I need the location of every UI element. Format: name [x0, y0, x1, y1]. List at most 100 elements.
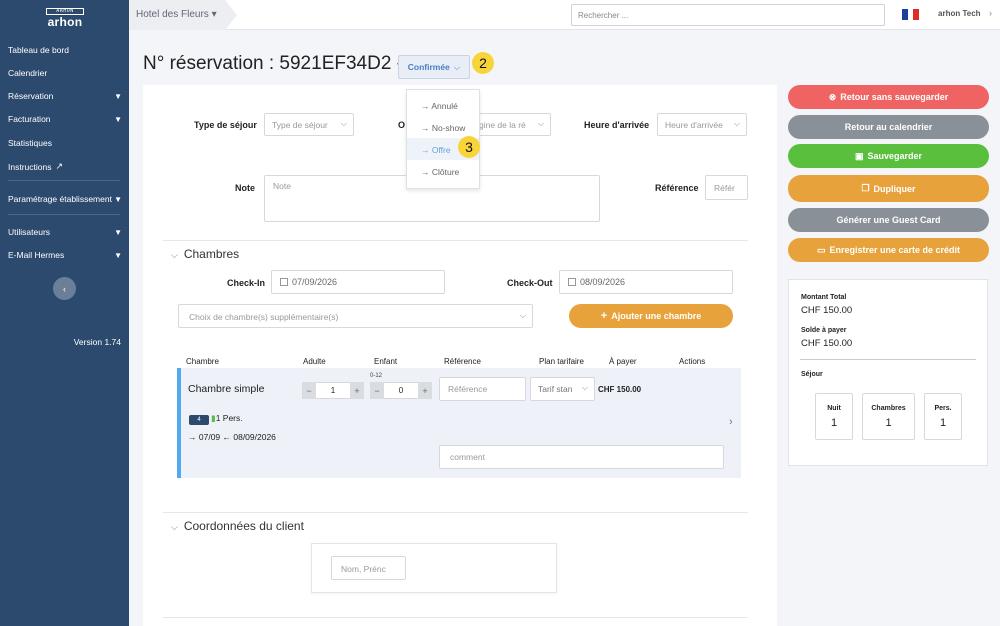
stay-dates: → 07/09 ← 08/09/2026 — [188, 432, 276, 442]
sidebar: ARHON arhon Tableau de bord Calendrier R… — [0, 0, 129, 626]
guest-card-label: Générer une Guest Card — [836, 215, 941, 225]
sidebar-item-instructions[interactable]: Instructions ↗ — [8, 161, 122, 172]
sidebar-divider — [8, 180, 120, 181]
calendar-icon — [280, 278, 288, 286]
tarif-select[interactable]: Tarif stan ⌵ — [530, 377, 595, 401]
topbar: Hotel des Fleurs ▾ arhon Tech › — [129, 0, 1000, 30]
sidebar-item-label: E-Mail Hermes — [8, 250, 65, 260]
minus-icon[interactable]: − — [370, 382, 384, 399]
room-price: CHF 150.00 — [598, 385, 642, 394]
bed-icon: 4 — [189, 415, 209, 425]
duplicate-button[interactable]: ❐ Dupliquer — [788, 175, 989, 202]
origin-label: O — [398, 120, 406, 130]
client-title: Coordonnées du client — [183, 519, 304, 533]
section-divider — [163, 240, 748, 241]
child-stepper[interactable]: −0 + — [370, 382, 432, 399]
guest-card-button[interactable]: Générer une Guest Card — [788, 208, 989, 232]
adult-stepper[interactable]: −1 + — [302, 382, 364, 399]
step-marker-2: 2 — [472, 52, 494, 74]
checkin-label: Check-In — [227, 278, 266, 288]
origin-placeholder: gine de la ré — [479, 120, 526, 130]
chevron-down-icon: ▼ — [114, 114, 122, 124]
plus-icon[interactable]: + — [350, 382, 364, 399]
chambres-title: Chambres — [183, 247, 240, 261]
total-value: CHF 150.00 — [801, 305, 853, 316]
sidebar-item-label: Réservation — [8, 91, 54, 101]
section-divider — [163, 512, 748, 513]
sidebar-item-statistics[interactable]: Statistiques — [8, 138, 122, 148]
status-option-annule[interactable]: → Annulé — [421, 101, 458, 111]
balance-label: Solde à payer — [801, 327, 847, 334]
room-reference-input[interactable]: Référence — [439, 377, 526, 401]
sidebar-item-label: Utilisateurs — [8, 227, 51, 237]
sidebar-item-calendar[interactable]: Calendrier — [8, 68, 122, 78]
close-circle-icon: ⊗ — [828, 91, 837, 102]
sidebar-item-label: Calendrier — [8, 68, 48, 78]
plus-icon[interactable]: + — [418, 382, 432, 399]
status-option-offre[interactable]: → Offre — [421, 145, 451, 155]
chambres-section-toggle[interactable]: ⌵ Chambres — [171, 247, 239, 261]
search-input[interactable] — [571, 4, 885, 26]
back-to-calendar-button[interactable]: Retour au calendrier — [788, 115, 989, 139]
save-credit-card-button[interactable]: ▭ Enregistrer une carte de crédit — [788, 238, 989, 262]
heure-arrivee-select[interactable]: Heure d'arrivée ⌵ — [657, 113, 747, 136]
add-room-button[interactable]: + Ajouter une chambre — [569, 304, 733, 328]
rooms-value: 1 — [885, 417, 892, 429]
floppy-icon: ▣ — [854, 150, 864, 161]
chevron-right-icon[interactable]: › — [729, 416, 733, 428]
heure-arrivee-placeholder: Heure d'arrivée — [665, 120, 723, 130]
sidebar-item-dashboard[interactable]: Tableau de bord — [8, 45, 122, 55]
reference-input[interactable]: Référ — [705, 175, 748, 200]
rooms-box: Chambres 1 — [862, 393, 915, 440]
minus-icon[interactable]: − — [302, 382, 316, 399]
sidebar-item-reservation[interactable]: Réservation ▼ — [8, 91, 122, 101]
type-sejour-label: Type de séjour — [194, 120, 257, 130]
chevron-down-icon: ⌵ — [340, 119, 347, 128]
chevron-right-icon[interactable]: › — [989, 8, 992, 18]
checkin-date-input[interactable]: 07/09/2026 — [271, 270, 445, 294]
collapse-sidebar-button[interactable]: ‹ — [53, 277, 76, 300]
persons-box-label: Pers. — [934, 405, 952, 412]
client-section-toggle[interactable]: ⌵ Coordonnées du client — [171, 519, 304, 533]
logo-mark: ARHON — [46, 8, 84, 15]
user-name[interactable]: arhon Tech — [938, 9, 981, 18]
chevron-down-icon: ▼ — [114, 91, 122, 101]
comment-input[interactable]: comment — [439, 445, 724, 469]
col-enfant: Enfant — [374, 357, 398, 366]
stay-label: Séjour — [801, 371, 823, 378]
adult-count[interactable]: 1 — [316, 382, 350, 399]
arhon-logo[interactable]: ARHON arhon — [46, 8, 84, 29]
child-count[interactable]: 0 — [384, 382, 418, 399]
sidebar-item-email[interactable]: E-Mail Hermes ▼ — [8, 250, 122, 260]
tarif-value: Tarif stan — [538, 384, 573, 394]
chevron-down-icon: ⌵ — [581, 383, 588, 392]
calendar-icon — [568, 278, 576, 286]
status-option-cloture[interactable]: → Clôture — [421, 167, 459, 177]
sidebar-item-billing[interactable]: Facturation ▼ — [8, 114, 122, 124]
sidebar-item-users[interactable]: Utilisateurs ▼ — [8, 227, 122, 237]
back-to-calendar-label: Retour au calendrier — [844, 122, 933, 132]
hotel-selector[interactable]: Hotel des Fleurs ▾ — [129, 0, 237, 30]
status-option-no-show[interactable]: → No-show — [421, 123, 465, 133]
copy-icon: ❐ — [861, 183, 870, 193]
sidebar-item-label: Statistiques — [8, 138, 52, 148]
chevron-down-icon: ⌵ — [171, 522, 178, 532]
room-choice-select[interactable]: Choix de chambre(s) supplémentaire(s) ⌵ — [178, 304, 533, 328]
nights-value: 1 — [830, 417, 838, 429]
checkout-date-input[interactable]: 08/09/2026 — [559, 270, 733, 294]
save-button[interactable]: ▣ Sauvegarder — [788, 144, 989, 168]
credit-card-icon: ▭ — [816, 244, 826, 255]
sidebar-item-settings[interactable]: Paramétrage établissement ▼ — [8, 194, 122, 204]
back-without-save-button[interactable]: ⊗ Retour sans sauvegarder — [788, 85, 989, 109]
col-chambre: Chambre — [186, 357, 219, 366]
client-name-input[interactable]: Nom, Prénc — [331, 556, 406, 580]
external-link-icon: ↗ — [55, 161, 64, 171]
french-flag-icon[interactable] — [902, 9, 920, 20]
sidebar-item-label: Paramétrage établissement — [8, 194, 112, 204]
status-dropdown-button[interactable]: Confirmée ⌵ — [398, 55, 470, 79]
type-sejour-placeholder: Type de séjour — [272, 120, 328, 130]
back-without-save-label: Retour sans sauvegarder — [840, 92, 949, 102]
arrow-right-icon: → — [188, 432, 199, 442]
type-sejour-select[interactable]: Type de séjour ⌵ — [264, 113, 354, 136]
save-credit-card-label: Enregistrer une carte de crédit — [829, 245, 961, 255]
